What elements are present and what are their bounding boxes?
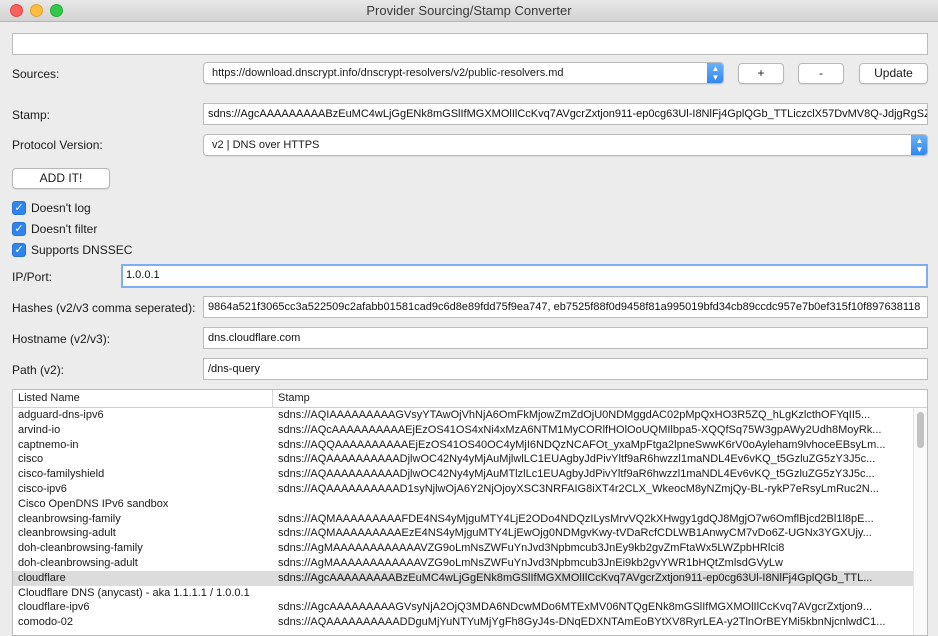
table-row[interactable]: cloudflare sdns://AgcAAAAAAAAABzEuMC4wLjG… bbox=[13, 570, 913, 586]
row-listed-name: cleanbrowsing-family bbox=[18, 512, 121, 525]
row-listed-name: cloudflare-ipv6 bbox=[18, 601, 90, 614]
top-text-field[interactable] bbox=[12, 33, 928, 55]
row-stamp: sdns://AQQAAAAAAAAAAEjEzOS41OS40OC4yMjI6… bbox=[278, 438, 886, 451]
row-stamp: sdns://AgMAAAAAAAAAAAAVZG9oLmNsZWFuYnJvd… bbox=[278, 542, 785, 555]
table-row[interactable]: doh-cleanbrowsing-family sdns://AgMAAAAAA… bbox=[13, 541, 913, 556]
hostname-field[interactable]: dns.cloudflare.com bbox=[203, 327, 928, 349]
sources-label: Sources: bbox=[12, 67, 60, 81]
updown-chevron-icon: ▲ ▼ bbox=[911, 135, 927, 155]
doesnt-filter-checkbox[interactable]: ✓ Doesn't filter bbox=[12, 222, 97, 236]
row-stamp: sdns://AQMAAAAAAAAAFDE4NS4yMjguMTY4LjE2O… bbox=[278, 512, 874, 525]
column-header-stamp[interactable]: Stamp bbox=[273, 390, 913, 407]
sources-select[interactable]: https://download.dnscrypt.info/dnscrypt-… bbox=[203, 62, 724, 84]
resolver-table[interactable]: Listed Name Stamp adguard-dns-ipv6 sdns:/… bbox=[12, 389, 928, 636]
row-listed-name: comodo-02 bbox=[18, 616, 74, 629]
row-listed-name: adguard-dns-ipv6 bbox=[18, 409, 104, 421]
zoom-window-button[interactable] bbox=[50, 4, 63, 17]
row-listed-name: cloudflare bbox=[18, 571, 66, 584]
hashes-label: Hashes (v2/v3 comma seperated): bbox=[12, 301, 196, 315]
path-field[interactable]: /dns-query bbox=[203, 358, 928, 380]
table-row[interactable]: cleanbrowsing-adult sdns://AQMAAAAAAAAAEz… bbox=[13, 526, 913, 541]
row-stamp: sdns://AQIAAAAAAAAAGVsyYTAwOjVhNjA6OmFkM… bbox=[278, 409, 871, 421]
table-row[interactable]: Cisco OpenDNS IPv6 sandbox bbox=[13, 497, 913, 512]
row-stamp: sdns://AQAAAAAAAAAADjlwOC42Ny4yMjAuMTlzl… bbox=[278, 468, 875, 481]
doesnt-log-label: Doesn't log bbox=[31, 201, 91, 215]
row-listed-name: cisco-ipv6 bbox=[18, 482, 67, 495]
row-listed-name: Cloudflare DNS (anycast) - aka 1.1.1.1 /… bbox=[18, 586, 250, 599]
protocol-selected-value: v2 | DNS over HTTPS bbox=[212, 139, 320, 151]
ip-port-label: IP/Port: bbox=[12, 270, 53, 284]
table-header: Listed Name Stamp bbox=[13, 390, 927, 408]
minimize-window-button[interactable] bbox=[30, 4, 43, 17]
table-row[interactable]: comodo-02 sdns://AQAAAAAAAAAADDguMjYuNTYu… bbox=[13, 615, 913, 630]
doesnt-log-checkbox[interactable]: ✓ Doesn't log bbox=[12, 201, 91, 215]
checkmark-icon: ✓ bbox=[12, 201, 26, 215]
protocol-version-label: Protocol Version: bbox=[12, 138, 103, 152]
updown-chevron-icon: ▲ ▼ bbox=[707, 63, 723, 83]
vertical-scrollbar[interactable] bbox=[913, 408, 927, 635]
checkmark-icon: ✓ bbox=[12, 222, 26, 236]
supports-dnssec-label: Supports DNSSEC bbox=[31, 243, 133, 257]
row-stamp: sdns://AgMAAAAAAAAAAAAVZG9oLmNsZWFuYnJvd… bbox=[278, 556, 783, 569]
add-it-button[interactable]: ADD IT! bbox=[12, 168, 110, 189]
row-stamp: sdns://AQMAAAAAAAAAEzE4NS4yMjguMTY4LjEwO… bbox=[278, 527, 872, 540]
scrollbar-thumb[interactable] bbox=[917, 412, 924, 448]
row-listed-name: doh-cleanbrowsing-family bbox=[18, 542, 143, 555]
close-window-button[interactable] bbox=[10, 4, 23, 17]
row-stamp: sdns://AgcAAAAAAAAABzEuMC4wLjGgENk8mGSlI… bbox=[278, 571, 873, 584]
row-stamp: sdns://AQAAAAAAAAAADDguMjYuNTYuMjYgFh8Gy… bbox=[278, 616, 886, 629]
table-row[interactable]: cisco sdns://AQAAAAAAAAAADjlwOC42Ny4yMjAu… bbox=[13, 452, 913, 467]
table-row[interactable]: doh-cleanbrowsing-adult sdns://AgMAAAAAAA… bbox=[13, 556, 913, 571]
table-row[interactable]: Cloudflare DNS (anycast) - aka 1.1.1.1 /… bbox=[13, 586, 913, 601]
doesnt-filter-label: Doesn't filter bbox=[31, 222, 98, 236]
row-listed-name: Cisco OpenDNS IPv6 sandbox bbox=[18, 497, 169, 510]
stamp-label: Stamp: bbox=[12, 108, 51, 122]
supports-dnssec-checkbox[interactable]: ✓ Supports DNSSEC bbox=[12, 243, 132, 257]
table-row[interactable]: cisco-familyshield sdns://AQAAAAAAAAAADjl… bbox=[13, 467, 913, 482]
table-row[interactable]: arvind-io sdns://AQcAAAAAAAAAAEjEzOS41OS4… bbox=[13, 423, 913, 438]
table-row[interactable]: adguard-dns-ipv6 sdns://AQIAAAAAAAAAGVsyY… bbox=[13, 408, 913, 423]
protocol-version-select[interactable]: v2 | DNS over HTTPS ▲ ▼ bbox=[203, 134, 928, 156]
update-button[interactable]: Update bbox=[859, 63, 928, 84]
table-row[interactable]: cloudflare-ipv6 sdns://AgcAAAAAAAAAGVsyNj… bbox=[13, 600, 913, 615]
row-stamp: sdns://AgcAAAAAAAAAGVsyNjA2OjQ3MDA6NDcwM… bbox=[278, 601, 872, 614]
sources-selected-value: https://download.dnscrypt.info/dnscrypt-… bbox=[212, 67, 564, 79]
remove-source-button[interactable]: - bbox=[798, 63, 844, 84]
row-stamp: sdns://AQAAAAAAAAAAD1syNjlwOjA6Y2NjOjoyX… bbox=[278, 482, 879, 495]
hashes-value: 9864a521f3065cc3a522509c2afabb01581cad9c… bbox=[208, 301, 921, 313]
hostname-label: Hostname (v2/v3): bbox=[12, 332, 111, 346]
row-listed-name: captnemo-in bbox=[18, 438, 79, 451]
row-stamp: sdns://AQAAAAAAAAAADjlwOC42Ny4yMjAuMjlwl… bbox=[278, 453, 876, 466]
checkmark-icon: ✓ bbox=[12, 243, 26, 257]
title-bar: Provider Sourcing/Stamp Converter bbox=[0, 0, 938, 22]
row-stamp: sdns://AQcAAAAAAAAAAEjEzOS41OS4xNi4xMzA6… bbox=[278, 423, 882, 436]
table-row[interactable]: cisco-ipv6 sdns://AQAAAAAAAAAAD1syNjlwOjA… bbox=[13, 482, 913, 497]
window-title: Provider Sourcing/Stamp Converter bbox=[366, 3, 572, 18]
row-listed-name: cleanbrowsing-adult bbox=[18, 527, 116, 540]
stamp-field[interactable]: sdns://AgcAAAAAAAAABzEuMC4wLjGgENk8mGSlI… bbox=[203, 103, 928, 125]
ip-port-field[interactable]: 1.0.0.1 bbox=[121, 264, 928, 288]
row-listed-name: arvind-io bbox=[18, 423, 61, 436]
hashes-field[interactable]: 9864a521f3065cc3a522509c2afabb01581cad9c… bbox=[203, 296, 928, 318]
column-header-listed-name[interactable]: Listed Name bbox=[13, 390, 273, 407]
table-row[interactable]: cleanbrowsing-family sdns://AQMAAAAAAAAAF… bbox=[13, 512, 913, 527]
table-row[interactable]: captnemo-in sdns://AQQAAAAAAAAAAEjEzOS41O… bbox=[13, 438, 913, 453]
add-source-button[interactable]: + bbox=[738, 63, 784, 84]
row-listed-name: cisco bbox=[18, 453, 44, 466]
row-listed-name: cisco-familyshield bbox=[18, 468, 105, 481]
path-label: Path (v2): bbox=[12, 363, 65, 377]
table-body: adguard-dns-ipv6 sdns://AQIAAAAAAAAAGVsyY… bbox=[13, 408, 913, 630]
row-listed-name: doh-cleanbrowsing-adult bbox=[18, 556, 138, 569]
